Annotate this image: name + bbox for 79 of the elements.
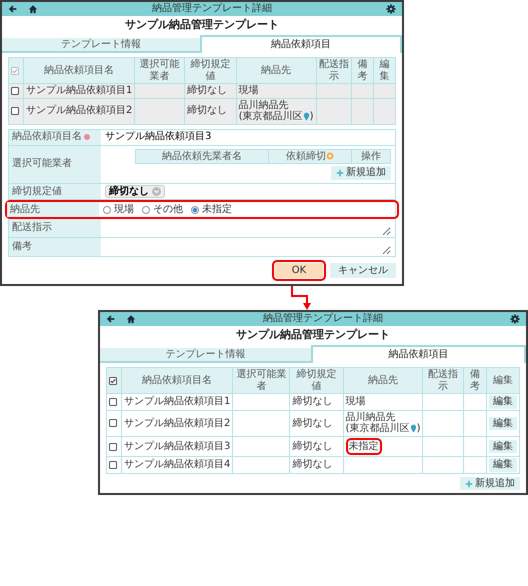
row-checkbox[interactable] (109, 398, 117, 406)
column-header: 納品先 (236, 58, 316, 84)
chevron-icon (152, 186, 161, 196)
flow-arrow (290, 286, 312, 310)
column-header: 締切規定値 (290, 368, 344, 394)
row-checkbox[interactable] (109, 461, 117, 470)
field-label: 納品先 (10, 204, 40, 216)
radio-button[interactable] (142, 206, 150, 214)
table-cell: サンプル納品依頼項目1 (24, 84, 135, 98)
table-cell: 締切なし (184, 98, 236, 124)
destination-text: 品川納品先 (東京都品川区 ) (238, 100, 314, 122)
tab[interactable]: テンプレート情報 (2, 38, 200, 54)
table-cell: サンプル納品依頼項目2 (122, 410, 233, 436)
settings-icon[interactable] (510, 314, 520, 324)
tab[interactable]: 納品依頼項目 (311, 344, 526, 364)
column-header: 依頼締切 (286, 150, 326, 162)
select-all-checkbox[interactable] (109, 376, 117, 385)
column-header: 選択可能業者 (232, 368, 290, 394)
edit-button[interactable]: 編集 (488, 440, 517, 454)
add-button[interactable]: 新規追加 (331, 166, 391, 180)
edit-button[interactable]: 編集 (488, 416, 517, 430)
column-header: 操作 (360, 150, 381, 162)
field-label: 納品依頼項目名 (12, 131, 82, 143)
radio-label: 未指定 (202, 204, 232, 216)
field-label: 選択可能業者 (12, 158, 72, 170)
radio-button[interactable] (103, 206, 111, 214)
column-header: 納品依頼項目名 (122, 368, 233, 394)
tab[interactable]: 納品依頼項目 (200, 34, 402, 54)
table-cell: 締切なし (184, 84, 236, 98)
edit-button[interactable]: 編集 (488, 458, 517, 472)
edit-button[interactable]: 編集 (488, 395, 517, 409)
page-title: サンプル納品管理テンプレート (124, 17, 280, 33)
table-cell: サンプル納品依頼項目3 (122, 436, 233, 457)
column-header: 納品依頼項目名 (24, 58, 135, 84)
cancel-button[interactable]: キャンセル (330, 263, 396, 278)
radio-label: 現場 (114, 204, 134, 216)
table-cell: サンプル納品依頼項目4 (122, 456, 233, 474)
column-header: 編集 (374, 58, 396, 84)
dropdown[interactable]: 締切なし (105, 184, 165, 198)
field-label: 締切規定値 (12, 186, 62, 198)
table-cell: サンプル納品依頼項目1 (122, 394, 233, 410)
column-header: 納品依頼先業者名 (162, 150, 242, 162)
row-checkbox[interactable] (109, 442, 117, 451)
plus-icon (336, 168, 344, 177)
plus-icon (465, 480, 473, 488)
table-cell: 締切なし (290, 394, 344, 410)
field-label: 配送指示 (12, 222, 52, 234)
radio-button[interactable] (191, 206, 199, 214)
home-icon[interactable] (28, 4, 38, 14)
back-arrow-icon[interactable] (106, 314, 116, 324)
destination-text: 現場 (238, 85, 259, 96)
column-header: 配送指示 (316, 58, 352, 84)
window-title: 納品管理テンプレート詳細 (151, 3, 273, 15)
column-header: 選択可能業者 (134, 58, 184, 84)
table-cell: サンプル納品依頼項目2 (24, 98, 135, 124)
column-header: 納品先 (343, 368, 423, 394)
column-header: 備考 (463, 368, 486, 394)
add-button[interactable]: 新規追加 (460, 476, 520, 490)
column-header: 編集 (486, 368, 520, 394)
table-cell: 締切なし (290, 410, 344, 436)
tab[interactable]: テンプレート情報 (100, 348, 311, 364)
column-header: 締切規定値 (184, 58, 236, 84)
ok-button[interactable]: OK (275, 263, 323, 278)
radio-label: その他 (153, 204, 183, 216)
column-header: 配送指示 (422, 368, 464, 394)
home-icon[interactable] (126, 314, 136, 324)
destination-text: 品川納品先 (東京都品川区 ) (346, 412, 420, 434)
back-arrow-icon[interactable] (8, 4, 18, 14)
settings-icon[interactable] (386, 4, 396, 14)
destination-text: 現場 (346, 396, 366, 408)
window-title: 納品管理テンプレート詳細 (262, 313, 384, 325)
field-label: 備考 (12, 241, 32, 253)
map-pin-icon[interactable] (410, 424, 417, 434)
column-header: 備考 (352, 58, 374, 84)
page-title: サンプル納品管理テンプレート (235, 327, 391, 344)
table-cell: 締切なし (290, 436, 344, 457)
destination-text: 未指定 (348, 440, 379, 452)
row-checkbox[interactable] (109, 419, 117, 428)
table-cell: 締切なし (290, 456, 344, 474)
